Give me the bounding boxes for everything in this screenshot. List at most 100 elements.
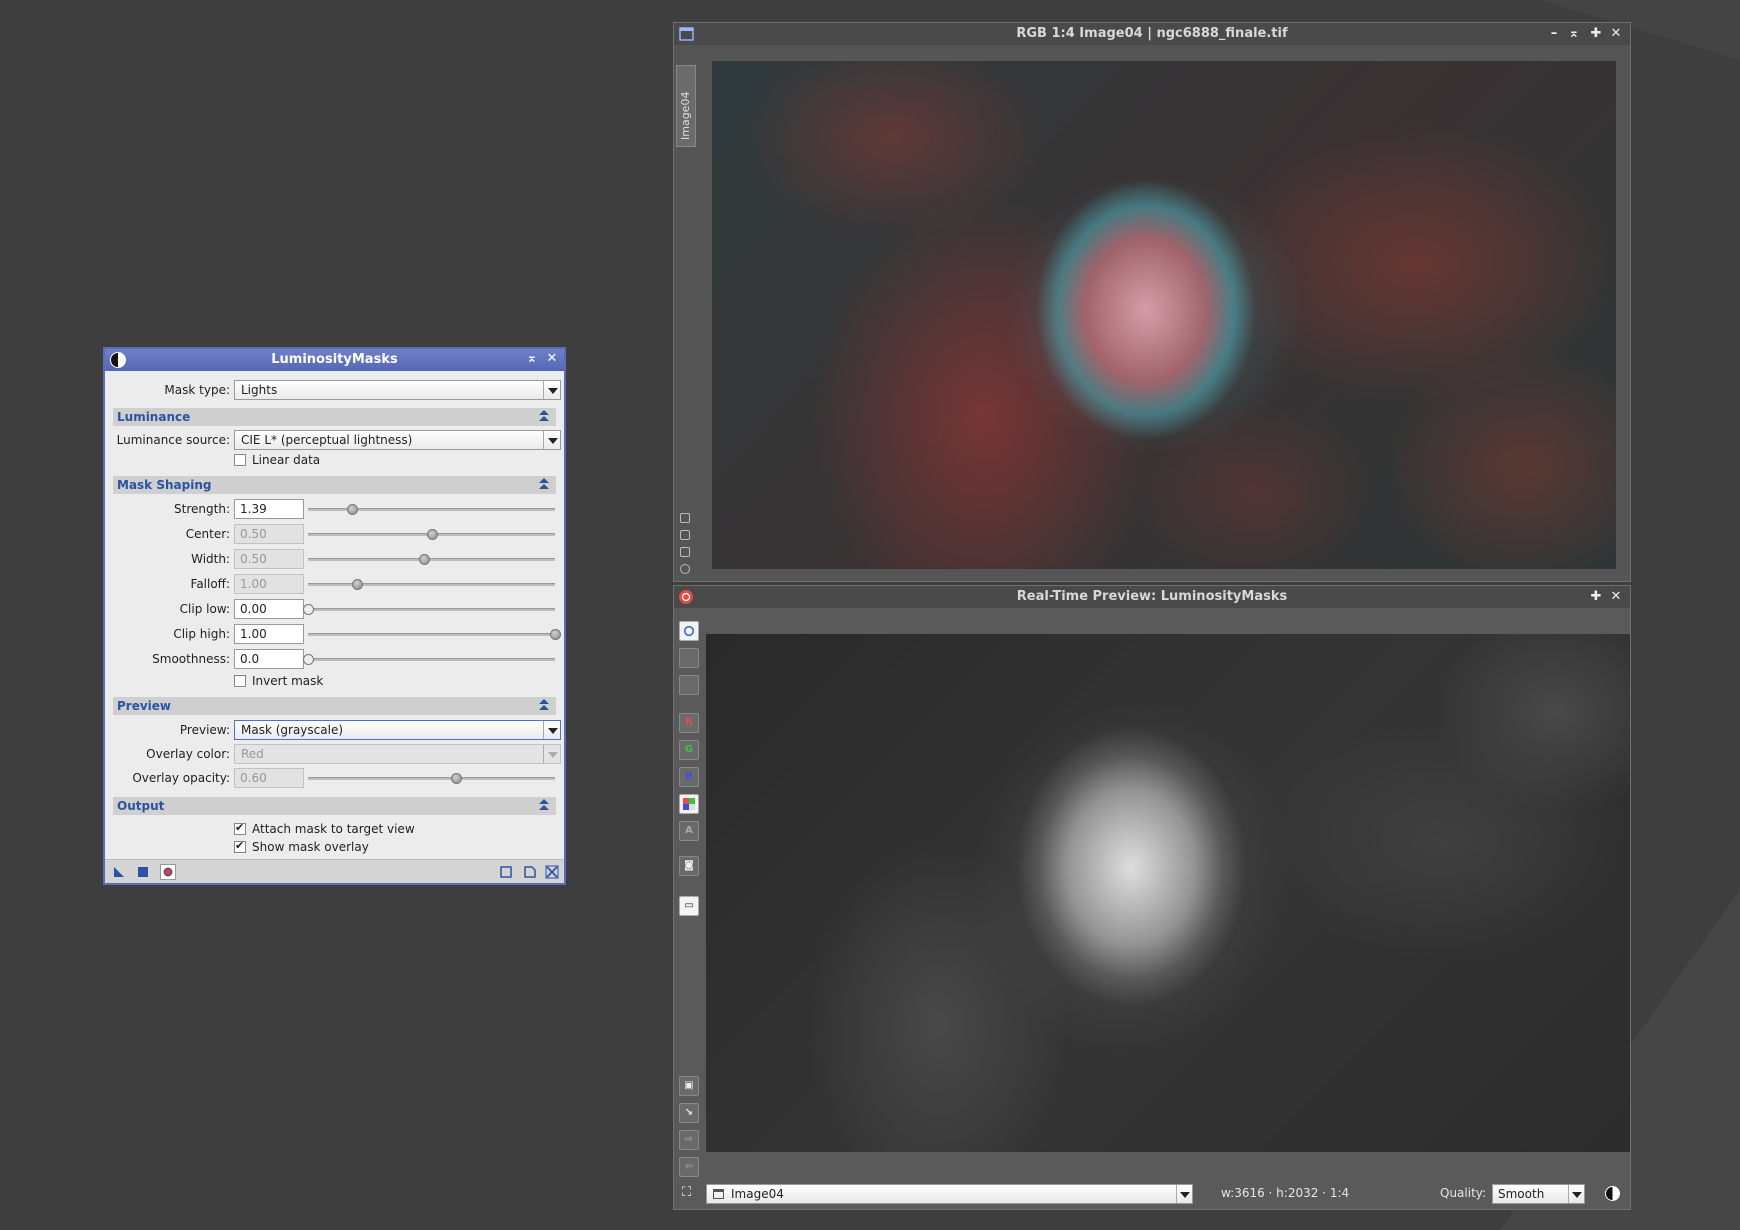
- preview-select[interactable]: Mask (grayscale): [234, 720, 561, 740]
- tool-title: LuminosityMasks: [271, 352, 398, 367]
- attach-mask-label: Attach mask to target view: [252, 822, 415, 836]
- minimize-icon[interactable]: –: [1546, 26, 1562, 42]
- real-time-preview-icon[interactable]: [160, 864, 176, 880]
- split-view-icon[interactable]: [679, 648, 699, 668]
- clip-low-row: Clip low: 0.00: [105, 598, 564, 620]
- collapse-icon[interactable]: [537, 409, 551, 423]
- overlay-opacity-row: Overlay opacity: 0.60: [105, 767, 564, 789]
- overlay-opacity-slider[interactable]: [308, 773, 555, 784]
- track-view-icon[interactable]: [679, 621, 699, 641]
- overlay-color-select[interactable]: Red: [234, 744, 561, 764]
- chevron-down-icon: [1568, 1185, 1584, 1203]
- falloff-input[interactable]: 1.00: [234, 574, 304, 594]
- reset-icon[interactable]: [544, 864, 560, 880]
- show-overlay-checkbox[interactable]: Show mask overlay: [234, 839, 369, 854]
- fit-view-icon[interactable]: ▣: [679, 1076, 699, 1096]
- preview-footer: ⛶ Image04 w:3616 · h:2032 · 1:4 Quality:…: [674, 1179, 1630, 1209]
- maximize-icon[interactable]: ✚: [1588, 26, 1604, 42]
- slider-knob[interactable]: [419, 554, 431, 565]
- smoothness-label: Smoothness:: [152, 652, 230, 666]
- overlay-opacity-label: Overlay opacity:: [132, 771, 230, 785]
- new-instance-icon[interactable]: [111, 864, 127, 880]
- slider-knob[interactable]: [303, 604, 314, 615]
- clip-high-slider[interactable]: [308, 629, 561, 640]
- width-input[interactable]: 0.50: [234, 549, 304, 569]
- close-icon[interactable]: ✕: [1608, 26, 1624, 42]
- shade-icon[interactable]: ⌅: [524, 351, 540, 367]
- slider-knob[interactable]: [352, 579, 364, 590]
- width-slider[interactable]: [308, 554, 555, 565]
- red-channel-button[interactable]: R: [679, 713, 699, 733]
- edit-instance-icon[interactable]: [522, 864, 538, 880]
- clone-icon[interactable]: [680, 547, 690, 557]
- image-window-title-bar[interactable]: RGB 1:4 Image04 | ngc6888_finale.tif – ⌅…: [674, 23, 1630, 45]
- close-icon[interactable]: ✕: [1608, 589, 1624, 605]
- slider-knob[interactable]: [451, 773, 463, 784]
- view-side-tab[interactable]: Image04: [676, 65, 696, 147]
- tool-title-bar[interactable]: LuminosityMasks ⌅ ✕: [105, 349, 564, 371]
- maximize-icon[interactable]: ✚: [1588, 589, 1604, 605]
- section-luminance[interactable]: Luminance: [113, 408, 556, 426]
- chevron-down-icon: [1176, 1185, 1192, 1203]
- mask-type-select[interactable]: Lights: [234, 380, 561, 400]
- smoothness-slider[interactable]: [303, 654, 555, 665]
- section-preview[interactable]: Preview: [113, 697, 556, 715]
- fit-view-icon[interactable]: [680, 513, 690, 523]
- forward-icon[interactable]: ⇨: [679, 1130, 699, 1150]
- blue-channel-button[interactable]: B: [679, 767, 699, 787]
- smoothness-input[interactable]: 0.0: [234, 649, 304, 669]
- section-preview-title: Preview: [117, 699, 172, 713]
- alpha-channel-button[interactable]: A: [679, 821, 699, 841]
- apply-square-icon[interactable]: [135, 864, 151, 880]
- camera-icon[interactable]: ◙: [679, 856, 699, 876]
- close-icon[interactable]: ✕: [544, 351, 560, 367]
- chevron-down-icon: [543, 381, 560, 399]
- mask-preview-image[interactable]: [706, 634, 1630, 1152]
- compare-icon[interactable]: [679, 675, 699, 695]
- mask-type-label: Mask type:: [164, 383, 230, 397]
- quality-select[interactable]: Smooth: [1492, 1184, 1585, 1204]
- linear-data-checkbox[interactable]: Linear data: [234, 453, 320, 467]
- zoom-fit-icon[interactable]: ⛶: [682, 1185, 698, 1201]
- preview-window-title-bar[interactable]: Real-Time Preview: LuminosityMasks ✚ ✕: [674, 586, 1630, 608]
- clip-high-input[interactable]: 1.00: [234, 624, 304, 644]
- zoom-icon[interactable]: [680, 530, 690, 540]
- center-slider[interactable]: [308, 529, 555, 540]
- linear-data-row: Linear data: [105, 450, 564, 472]
- section-output[interactable]: Output: [113, 797, 556, 815]
- new-image-icon[interactable]: ▭: [679, 896, 699, 916]
- attach-mask-checkbox[interactable]: Attach mask to target view: [234, 821, 415, 836]
- slider-knob[interactable]: [426, 529, 438, 540]
- falloff-label: Falloff:: [190, 577, 230, 591]
- luminance-source-select[interactable]: CIE L* (perceptual lightness): [234, 430, 561, 450]
- slider-knob[interactable]: [346, 504, 358, 515]
- strength-input[interactable]: 1.39: [234, 499, 304, 519]
- browse-doc-icon[interactable]: [498, 864, 514, 880]
- strength-slider[interactable]: [308, 504, 555, 515]
- collapse-icon[interactable]: [537, 698, 551, 712]
- center-input[interactable]: 0.50: [234, 524, 304, 544]
- luminosity-masks-dialog: LuminosityMasks ⌅ ✕ Mask type: Lights Lu…: [103, 347, 566, 885]
- contrast-icon[interactable]: [1605, 1186, 1620, 1201]
- slider-knob[interactable]: [303, 654, 314, 665]
- collapse-icon[interactable]: [537, 798, 551, 812]
- zoom-in-arrow-icon[interactable]: ↘: [679, 1103, 699, 1123]
- shade-icon[interactable]: ⌅: [1566, 26, 1582, 42]
- slider-knob[interactable]: [550, 629, 561, 640]
- collapse-icon[interactable]: [537, 477, 551, 491]
- view-select[interactable]: Image04: [706, 1184, 1193, 1204]
- back-icon[interactable]: ⇦: [679, 1157, 699, 1177]
- green-channel-button[interactable]: G: [679, 740, 699, 760]
- rgb-channel-icon[interactable]: [679, 794, 699, 814]
- nebula-image[interactable]: [712, 61, 1616, 569]
- falloff-slider[interactable]: [308, 579, 555, 590]
- overlay-opacity-input[interactable]: 0.60: [234, 768, 304, 788]
- invert-mask-checkbox[interactable]: Invert mask: [234, 674, 323, 688]
- clip-low-slider[interactable]: [303, 604, 555, 615]
- clip-low-input[interactable]: 0.00: [234, 599, 304, 619]
- section-mask-shaping[interactable]: Mask Shaping: [113, 476, 556, 494]
- image-dimensions: w:3616 · h:2032 · 1:4: [1221, 1186, 1350, 1200]
- clip-low-label: Clip low:: [179, 602, 230, 616]
- luminance-source-row: Luminance source: CIE L* (perceptual lig…: [105, 429, 564, 451]
- target-icon[interactable]: [680, 564, 690, 574]
